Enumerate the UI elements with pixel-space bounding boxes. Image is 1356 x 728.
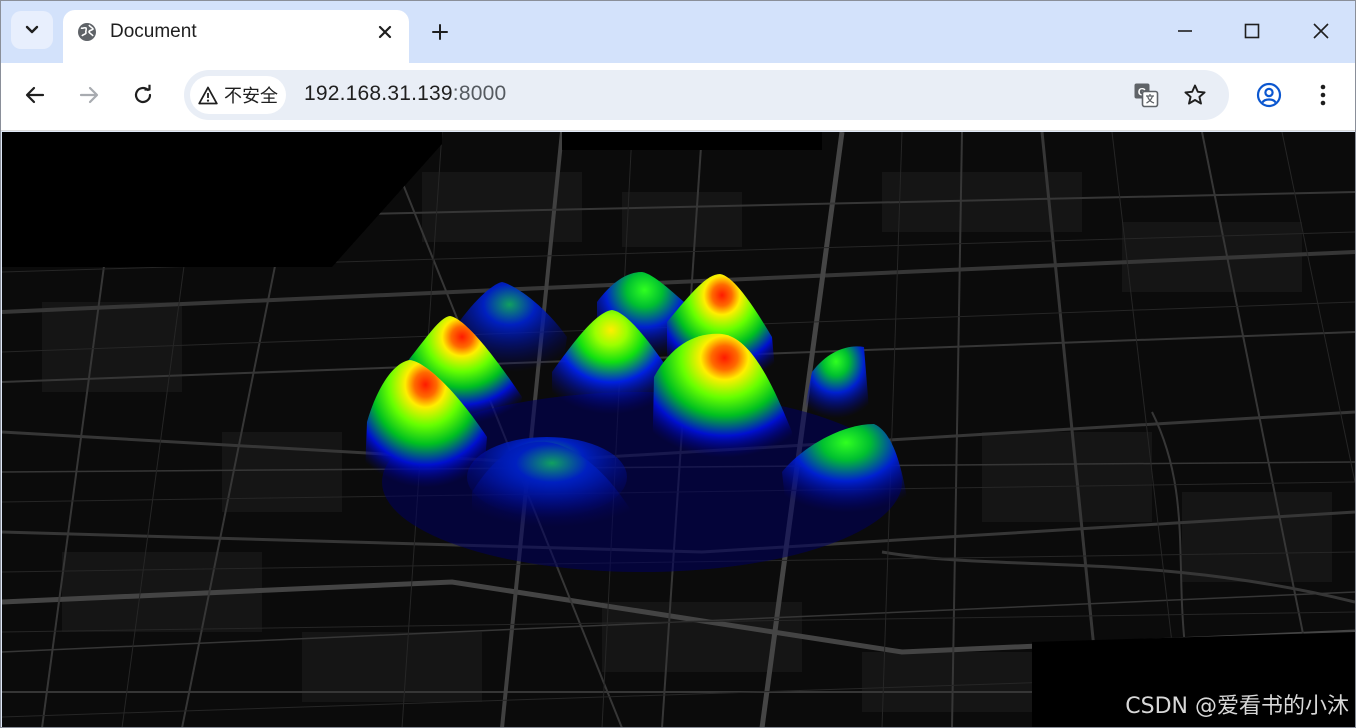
- browser-toolbar: 不安全 192.168.31.139:8000 G: [1, 63, 1355, 131]
- reload-icon: [134, 84, 152, 104]
- watermark-text: CSDN @爱看书的小沐: [1125, 694, 1349, 719]
- maximize-button[interactable]: [1222, 9, 1282, 53]
- menu-button[interactable]: [1305, 77, 1341, 113]
- url-text[interactable]: 192.168.31.139:8000: [304, 82, 506, 106]
- maximize-icon: [1244, 23, 1260, 39]
- new-tab-button[interactable]: [425, 17, 455, 47]
- security-chip[interactable]: 不安全: [190, 76, 286, 114]
- url-host: 192.168.31.139: [304, 82, 453, 105]
- arrow-right-icon: [79, 86, 99, 104]
- close-window-icon: [1313, 23, 1329, 39]
- bookmark-button[interactable]: [1181, 81, 1209, 109]
- close-tab-button[interactable]: [373, 20, 397, 44]
- minimize-icon: [1178, 30, 1192, 32]
- security-label: 不安全: [224, 86, 278, 107]
- profile-button[interactable]: [1251, 77, 1287, 113]
- kebab-menu-icon: [1320, 84, 1326, 106]
- back-button[interactable]: [17, 77, 53, 113]
- minimize-button[interactable]: [1155, 9, 1215, 53]
- url-port: :8000: [452, 82, 507, 105]
- reload-button[interactable]: [125, 77, 161, 113]
- unloaded-tile-3: [562, 132, 822, 150]
- globe-icon: [78, 23, 96, 41]
- browser-window: Document 不安全 192.168.31.139:8000 CSDN @爱…: [0, 0, 1356, 728]
- close-icon: [378, 25, 392, 39]
- tab-search-button[interactable]: [11, 11, 53, 49]
- forward-button[interactable]: [71, 77, 107, 113]
- translate-icon: G: [1134, 83, 1159, 108]
- address-bar[interactable]: 不安全 192.168.31.139:8000 G: [184, 70, 1229, 120]
- arrow-left-icon: [25, 86, 45, 104]
- plus-icon: [432, 24, 448, 40]
- tab-document[interactable]: Document: [63, 10, 409, 63]
- map-canvas[interactable]: [2, 132, 1355, 728]
- tab-strip: Document: [1, 1, 1355, 63]
- tab-title: Document: [110, 21, 197, 42]
- star-icon: [1184, 84, 1206, 105]
- chevron-down-icon: [25, 25, 39, 34]
- translate-button[interactable]: G: [1132, 81, 1160, 109]
- close-window-button[interactable]: [1291, 9, 1351, 53]
- profile-icon: [1256, 82, 1282, 108]
- warning-triangle-icon: [198, 86, 218, 104]
- map-viewport[interactable]: CSDN @爱看书的小沐: [2, 132, 1355, 728]
